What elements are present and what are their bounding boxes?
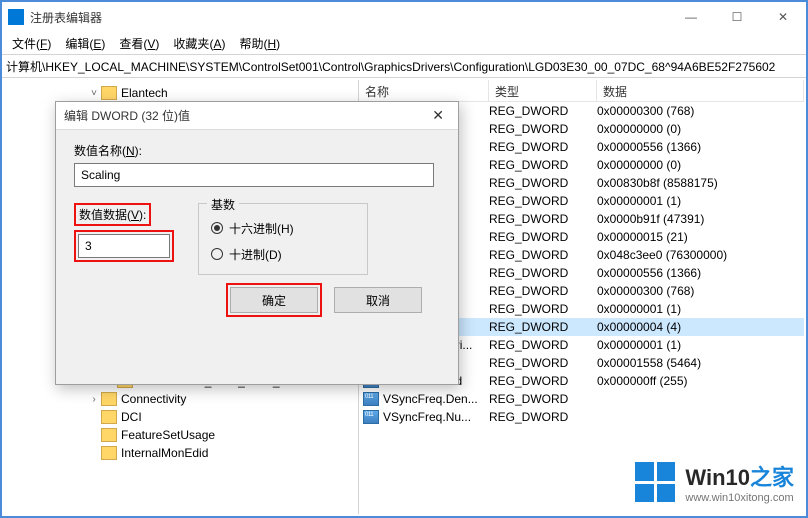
menu-help[interactable]: 帮助(H): [235, 33, 284, 54]
cancel-button[interactable]: 取消: [334, 287, 422, 313]
minimize-button[interactable]: —: [668, 2, 714, 32]
col-type[interactable]: 类型: [489, 80, 597, 101]
value-type: REG_DWORD: [489, 140, 597, 154]
folder-icon: [101, 392, 117, 406]
value-data: 0x0000b91f (47391): [597, 212, 804, 226]
ok-button[interactable]: 确定: [230, 287, 318, 313]
window-title: 注册表编辑器: [30, 9, 102, 26]
radix-hex-option[interactable]: 十六进制(H): [211, 218, 355, 238]
tree-item-label: FeatureSetUsage: [121, 428, 215, 442]
value-name-label: 数值名称(N):: [74, 142, 440, 159]
value-type: REG_DWORD: [489, 284, 597, 298]
value-data: 0x00000556 (1366): [597, 266, 804, 280]
tree-item-label: DCI: [121, 410, 142, 424]
tree-item[interactable]: FeatureSetUsage: [4, 426, 358, 444]
value-type: REG_DWORD: [489, 212, 597, 226]
value-type: REG_DWORD: [489, 302, 597, 316]
base-groupbox: 基数 十六进制(H) 十进制(D): [198, 203, 368, 275]
expander-icon[interactable]: ›: [88, 394, 100, 405]
value-data: 0x00000015 (21): [597, 230, 804, 244]
radix-dec-option[interactable]: 十进制(D): [211, 244, 355, 264]
value-data-label: 数值数据(V):: [74, 203, 151, 226]
tree-item-label: InternalMonEdid: [121, 446, 208, 460]
windows-logo-icon: [635, 462, 675, 502]
value-data: 0x00830b8f (8588175): [597, 176, 804, 190]
value-type: REG_DWORD: [489, 176, 597, 190]
value-type: REG_DWORD: [489, 338, 597, 352]
dialog-title: 编辑 DWORD (32 位)值: [64, 107, 190, 124]
value-name: VSyncFreq.Nu...: [383, 410, 489, 424]
value-data: 0x00000004 (4): [597, 320, 804, 334]
value-type: REG_DWORD: [489, 266, 597, 280]
tree-item[interactable]: DCI: [4, 408, 358, 426]
value-data: 0x00001558 (5464): [597, 356, 804, 370]
tree-item[interactable]: › Connectivity: [4, 390, 358, 408]
value-type: REG_DWORD: [489, 320, 597, 334]
menu-edit[interactable]: 编辑(E): [61, 33, 109, 54]
menu-favorites[interactable]: 收藏夹(A): [169, 33, 229, 54]
watermark-brand: Win10之家: [685, 460, 794, 492]
col-data[interactable]: 数据: [597, 80, 804, 101]
watermark-url: www.win10xitong.com: [685, 492, 793, 504]
radio-icon: [211, 248, 223, 260]
value-data: 0x00000556 (1366): [597, 140, 804, 154]
value-row[interactable]: VSyncFreq.Nu...REG_DWORD: [359, 408, 804, 426]
value-name: VSyncFreq.Den...: [383, 392, 489, 406]
edit-dword-dialog: 编辑 DWORD (32 位)值 ✕ 数值名称(N): 数值数据(V): 基数 …: [55, 101, 459, 385]
list-header: 名称 类型 数据: [359, 80, 804, 102]
expander-icon[interactable]: ˅: [88, 88, 100, 99]
radio-icon: [211, 222, 223, 234]
folder-icon: [101, 410, 117, 424]
value-type: REG_DWORD: [489, 392, 597, 406]
tree-item[interactable]: ˅ Elantech: [4, 84, 358, 102]
value-type: REG_DWORD: [489, 374, 597, 388]
menubar: 文件(F) 编辑(E) 查看(V) 收藏夹(A) 帮助(H): [2, 32, 806, 54]
value-data: 0x00000001 (1): [597, 302, 804, 316]
folder-icon: [101, 446, 117, 460]
value-type: REG_DWORD: [489, 122, 597, 136]
tree-item[interactable]: InternalMonEdid: [4, 444, 358, 462]
dword-icon: [363, 392, 379, 406]
col-name[interactable]: 名称: [359, 80, 489, 101]
value-data-input[interactable]: [78, 234, 170, 258]
base-legend: 基数: [207, 196, 239, 213]
maximize-button[interactable]: ☐: [714, 2, 760, 32]
value-data: 0x00000000 (0): [597, 122, 804, 136]
value-data: 0x000000ff (255): [597, 374, 804, 388]
titlebar: 注册表编辑器 — ☐ ✕: [2, 2, 806, 32]
value-data: 0x00000001 (1): [597, 194, 804, 208]
value-data-highlight: [74, 230, 174, 262]
menu-view[interactable]: 查看(V): [115, 33, 163, 54]
value-type: REG_DWORD: [489, 158, 597, 172]
value-type: REG_DWORD: [489, 194, 597, 208]
value-type: REG_DWORD: [489, 104, 597, 118]
tree-item-label: Connectivity: [121, 392, 186, 406]
dword-icon: [363, 410, 379, 424]
watermark: Win10之家 www.win10xitong.com: [635, 460, 794, 504]
menu-file[interactable]: 文件(F): [8, 33, 55, 54]
value-type: REG_DWORD: [489, 248, 597, 262]
value-data: 0x00000300 (768): [597, 104, 804, 118]
folder-icon: [101, 86, 117, 100]
value-name-input[interactable]: [74, 163, 434, 187]
value-row[interactable]: VSyncFreq.Den...REG_DWORD: [359, 390, 804, 408]
app-icon: [8, 9, 24, 25]
close-button[interactable]: ✕: [760, 2, 806, 32]
tree-item-label: Elantech: [121, 86, 168, 100]
address-bar[interactable]: 计算机\HKEY_LOCAL_MACHINE\SYSTEM\ControlSet…: [2, 54, 806, 78]
folder-icon: [101, 428, 117, 442]
value-data: 0x048c3ee0 (76300000): [597, 248, 804, 262]
value-data: 0x00000001 (1): [597, 338, 804, 352]
value-type: REG_DWORD: [489, 410, 597, 424]
value-type: REG_DWORD: [489, 356, 597, 370]
value-type: REG_DWORD: [489, 230, 597, 244]
dialog-titlebar[interactable]: 编辑 DWORD (32 位)值 ✕: [56, 102, 458, 130]
value-data: 0x00000300 (768): [597, 284, 804, 298]
dialog-close-button[interactable]: ✕: [426, 107, 450, 124]
value-data: 0x00000000 (0): [597, 158, 804, 172]
ok-button-highlight: 确定: [226, 283, 322, 317]
